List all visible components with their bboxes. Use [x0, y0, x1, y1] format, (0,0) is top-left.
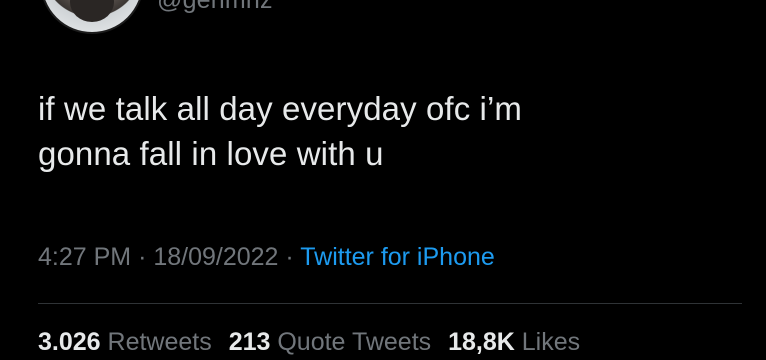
retweets-stat[interactable]: 3.026 Retweets — [38, 328, 219, 356]
quote-tweets-count: 213 — [228, 328, 271, 356]
likes-label: Likes — [521, 328, 581, 356]
tweet-stats: 3.026 Retweets 213 Quote Tweets 18,8K Li… — [38, 328, 590, 357]
meta-separator: · — [285, 243, 294, 271]
meta-separator: · — [138, 243, 147, 271]
tweet-date[interactable]: 18/09/2022 — [153, 243, 278, 271]
retweets-label: Retweets — [107, 328, 212, 356]
tweet-meta: 4:27 PM · 18/09/2022 · Twitter for iPhon… — [38, 243, 495, 272]
retweets-count: 3.026 — [38, 328, 101, 356]
author-handle[interactable]: @genmnz — [157, 0, 273, 15]
divider — [38, 303, 742, 304]
tweet-time[interactable]: 4:27 PM — [38, 243, 131, 271]
tweet-text-line-1: if we talk all day everyday ofc i’m — [38, 90, 523, 127]
likes-count: 18,8K — [448, 328, 515, 356]
author-avatar[interactable] — [40, 0, 144, 34]
avatar-image — [70, 0, 114, 22]
quote-tweets-stat[interactable]: 213 Quote Tweets — [229, 328, 438, 356]
quote-tweets-label: Quote Tweets — [277, 328, 432, 356]
tweet-text: if we talk all day everyday ofc i’m gonn… — [38, 86, 738, 176]
tweet-text-line-2: gonna fall in love with u — [38, 135, 384, 172]
likes-stat[interactable]: 18,8K Likes — [448, 328, 580, 356]
tweet-source-link[interactable]: Twitter for iPhone — [300, 243, 495, 271]
